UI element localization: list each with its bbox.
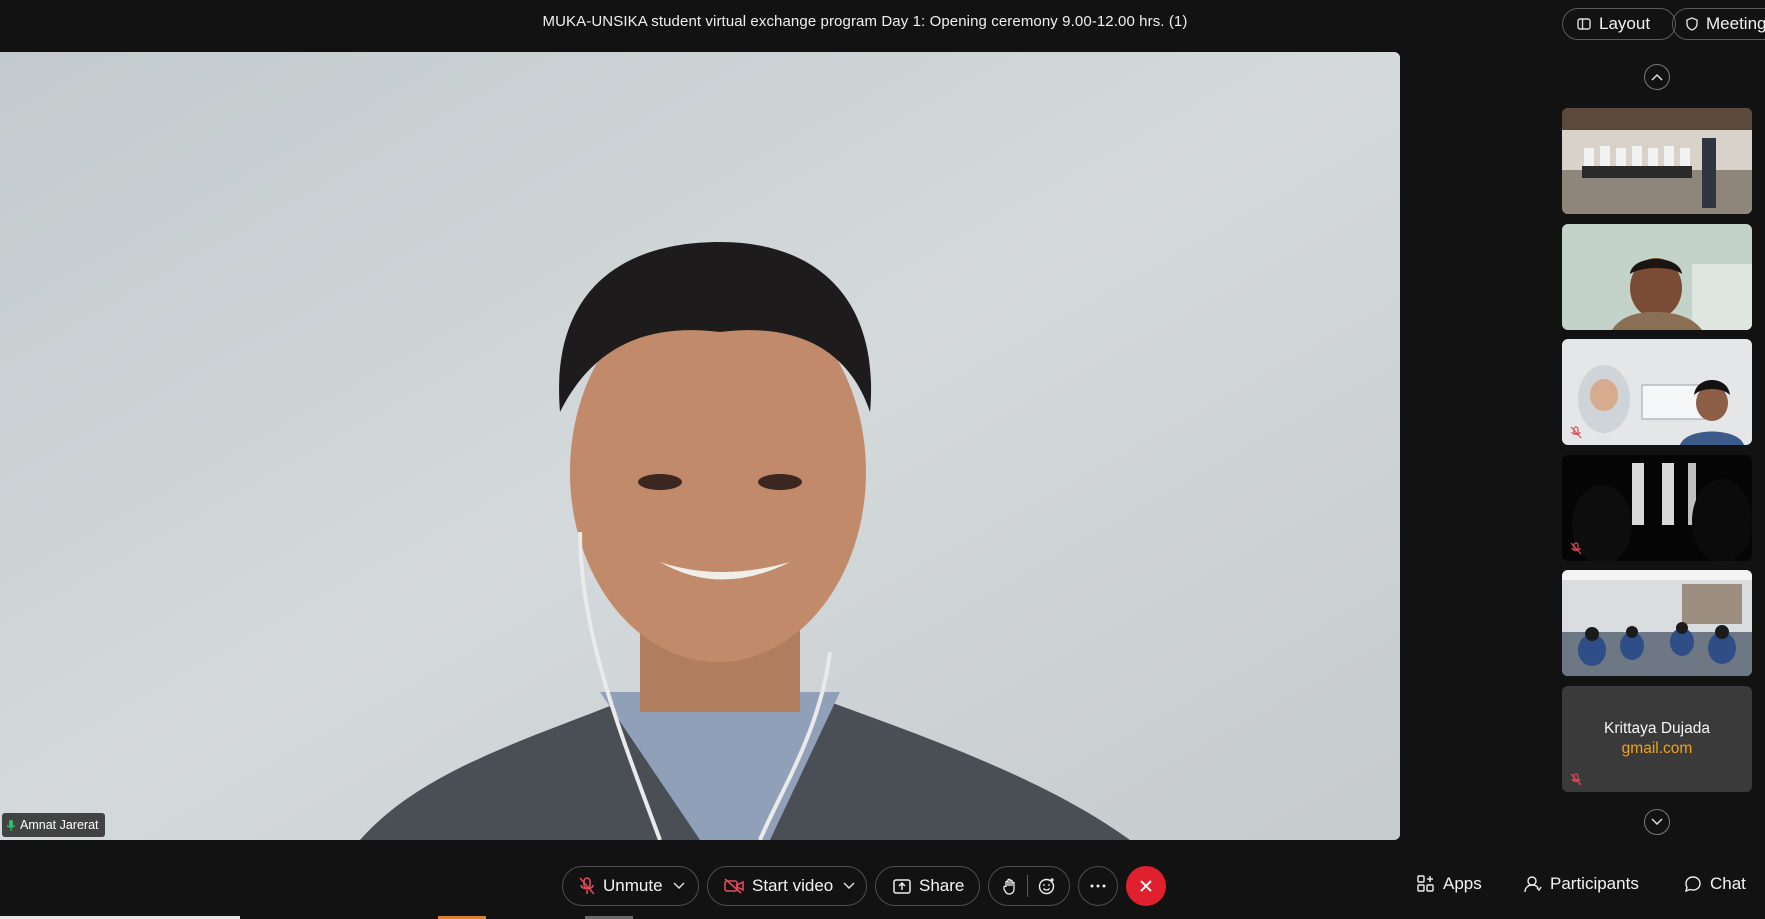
share-screen-icon (893, 878, 911, 894)
chevron-down-icon (1651, 818, 1663, 826)
speaker-video-frame (0, 52, 1400, 840)
ellipsis-icon (1090, 884, 1106, 888)
video-off-icon (724, 878, 744, 894)
participant-name: Krittaya Dujada (1604, 720, 1710, 737)
share-label: Share (919, 876, 965, 895)
thumbnail-video (1562, 455, 1752, 561)
microphone-muted-icon (1570, 542, 1582, 555)
meeting-info-button[interactable]: Meeting (1672, 8, 1765, 40)
participant-thumbnail[interactable] (1562, 570, 1752, 676)
share-button[interactable]: Share (875, 866, 980, 906)
microphone-icon (6, 819, 16, 831)
speaker-name-tag: Amnat Jarerat (2, 813, 105, 837)
reactions-group[interactable] (988, 866, 1070, 906)
shield-icon (1686, 17, 1698, 31)
raise-hand-icon (1003, 878, 1015, 895)
close-icon (1140, 880, 1152, 892)
participants-button[interactable]: Participants (1524, 874, 1639, 894)
microphone-muted-icon (1570, 773, 1582, 786)
microphone-muted-icon (579, 877, 595, 895)
scroll-up-button[interactable] (1644, 64, 1670, 90)
unmute-label: Unmute (603, 876, 663, 895)
divider (1027, 875, 1028, 897)
emoji-reaction-icon (1038, 878, 1055, 895)
layout-button[interactable]: Layout (1562, 8, 1676, 40)
chevron-down-icon (673, 882, 685, 890)
chevron-up-icon (1651, 73, 1663, 81)
participant-name-card[interactable]: Krittaya Dujada gmail.com (1562, 686, 1752, 792)
participants-icon (1524, 876, 1542, 893)
microphone-muted-icon (1570, 426, 1582, 439)
chat-label: Chat (1710, 874, 1746, 893)
layout-icon (1577, 18, 1591, 30)
apps-label: Apps (1443, 874, 1482, 893)
chat-icon (1684, 876, 1701, 893)
participant-thumbnail[interactable] (1562, 455, 1752, 561)
active-speaker-video (0, 52, 1400, 840)
meeting-title: MUKA-UNSIKA student virtual exchange pro… (542, 13, 1188, 30)
chat-button[interactable]: Chat (1684, 874, 1746, 894)
thumbnail-video (1562, 108, 1752, 214)
participant-email: gmail.com (1621, 740, 1693, 757)
participant-thumbnail[interactable] (1562, 108, 1752, 214)
start-video-button[interactable]: Start video (707, 866, 867, 906)
participants-label: Participants (1550, 874, 1639, 893)
thumbnail-video (1562, 570, 1752, 676)
apps-button[interactable]: Apps (1417, 874, 1482, 894)
layout-label: Layout (1599, 14, 1651, 33)
chevron-down-icon (843, 882, 855, 890)
start-video-label: Start video (752, 876, 834, 895)
apps-icon (1417, 875, 1434, 892)
leave-meeting-button[interactable] (1126, 866, 1166, 906)
speaker-name: Amnat Jarerat (20, 818, 99, 832)
unmute-button[interactable]: Unmute (562, 866, 699, 906)
participant-thumbnail[interactable] (1562, 224, 1752, 330)
scroll-down-button[interactable] (1644, 809, 1670, 835)
participant-thumbnail[interactable] (1562, 339, 1752, 445)
thumbnail-video (1562, 224, 1752, 330)
more-options-button[interactable] (1078, 866, 1118, 906)
meeting-label: Meeting (1706, 14, 1765, 33)
thumbnail-video (1562, 339, 1752, 445)
